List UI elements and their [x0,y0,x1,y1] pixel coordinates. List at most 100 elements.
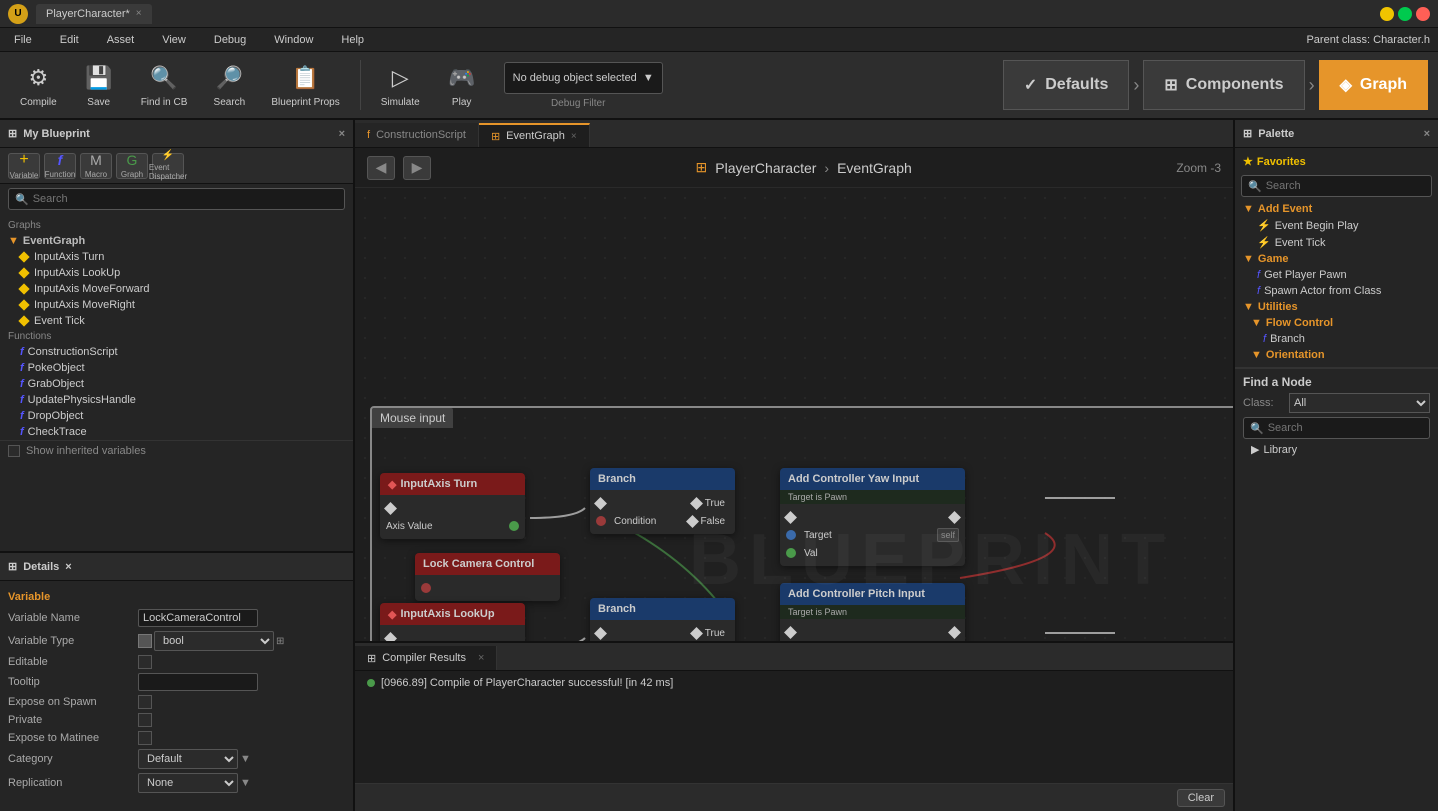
exec-out-pin[interactable] [384,502,397,515]
compile-button[interactable]: ⚙ Compile [10,56,67,114]
find-node-search-input[interactable] [1268,422,1423,434]
palette-search-input[interactable] [1266,180,1425,192]
get-player-pawn-item[interactable]: f Get Player Pawn [1235,267,1438,283]
lock1-pin[interactable] [421,583,431,593]
branch1-condition-pin[interactable] [596,516,606,526]
poke-object-item[interactable]: f PokeObject [0,360,353,376]
input-axis-moveforward-item[interactable]: InputAxis MoveForward [0,281,353,297]
game-section[interactable]: ▼ Game [1235,251,1438,267]
components-nav-button[interactable]: ⊞ Components [1143,60,1304,110]
menu-file[interactable]: File [8,32,38,48]
play-button[interactable]: 🎮 Play [436,56,488,114]
show-inherited-checkbox[interactable] [8,445,20,457]
lookup-exec-out-pin[interactable] [384,632,397,641]
show-inherited-variables[interactable]: Show inherited variables [0,440,353,461]
input-axis-turn-item[interactable]: InputAxis Turn [0,249,353,265]
pitch-exec-out[interactable] [948,626,961,639]
menu-window[interactable]: Window [268,32,319,48]
simulate-button[interactable]: ▷ Simulate [371,56,430,114]
check-trace-item[interactable]: f CheckTrace [0,424,353,440]
orientation-section[interactable]: ▼ Orientation [1235,347,1438,363]
maximize-button[interactable] [1398,7,1412,21]
blueprint-search-input[interactable] [33,193,338,205]
branch1-exec-in-pin[interactable] [594,497,607,510]
blueprint-props-button[interactable]: 📋 Blueprint Props [261,56,349,114]
class-dropdown[interactable]: All [1289,393,1430,413]
details-close[interactable]: × [65,561,71,573]
expose-to-matinee-checkbox[interactable] [138,731,152,745]
axis-value-pin[interactable] [509,521,519,531]
branch2-exec-out-pin[interactable] [690,627,703,640]
debug-filter-button[interactable]: No debug object selected ▼ [504,62,663,94]
app-tab-close[interactable]: × [136,8,142,19]
tooltip-input[interactable] [138,673,258,691]
tab-event-graph[interactable]: ⊞ EventGraph × [479,123,590,147]
grab-object-item[interactable]: f GrabObject [0,376,353,392]
event-tick-item[interactable]: ⚡ Event Tick [1235,234,1438,251]
input-axis-lookup-item[interactable]: InputAxis LookUp [0,265,353,281]
search-button[interactable]: 🔎 Search [203,56,255,114]
clear-button[interactable]: Clear [1177,789,1225,807]
compiler-results-tab[interactable]: ⊞ Compiler Results × [355,646,497,670]
minimize-button[interactable] [1380,7,1394,21]
save-button[interactable]: 💾 Save [73,56,125,114]
compiler-tabs: ⊞ Compiler Results × [355,643,1233,671]
palette-search-box[interactable]: 🔍 [1241,175,1432,197]
graph-nav-button[interactable]: ◈ Graph [1319,60,1428,110]
category-dropdown[interactable]: Default [138,749,238,769]
variable-type-dropdown[interactable]: bool [154,631,274,651]
save-label: Save [87,97,110,108]
branch1-exec-out-pin[interactable] [690,497,703,510]
expose-on-spawn-checkbox[interactable] [138,695,152,709]
node-input-axis-lookup[interactable]: ◆ InputAxis LookUp Axis Value [380,603,525,641]
menu-view[interactable]: View [156,32,192,48]
menu-help[interactable]: Help [335,32,370,48]
variable-name-input[interactable] [138,609,258,627]
node-branch-2[interactable]: Branch True Condition False [590,598,735,641]
private-checkbox[interactable] [138,713,152,727]
add-variable-button[interactable]: + Variable [8,153,40,179]
blueprint-search-box[interactable]: 🔍 [8,188,345,210]
add-function-button[interactable]: f Function [44,153,76,179]
flow-control-section[interactable]: ▼ Flow Control [1235,315,1438,331]
branch2-exec-in-pin[interactable] [594,627,607,640]
graph-back-button[interactable]: ◀ [367,156,395,180]
event-graph-label: EventGraph [23,235,85,247]
event-tick-item[interactable]: Event Tick [0,313,353,329]
spawn-actor-item[interactable]: f Spawn Actor from Class [1235,283,1438,299]
add-graph-button[interactable]: G Graph [116,153,148,179]
input-axis-moveright-item[interactable]: InputAxis MoveRight [0,297,353,313]
event-begin-play-item[interactable]: ⚡ Event Begin Play [1235,217,1438,234]
menu-debug[interactable]: Debug [208,32,252,48]
variable-type-selector[interactable]: bool ⊞ [138,631,284,651]
find-in-cb-button[interactable]: 🔍 Find in CB [131,56,198,114]
editable-checkbox[interactable] [138,655,152,669]
add-macro-button[interactable]: M Macro [80,153,112,179]
construction-script-item[interactable]: f ConstructionScript [0,344,353,360]
find-node-search-box[interactable]: 🔍 [1243,417,1430,439]
add-event-section[interactable]: ▼ Add Event [1235,201,1438,217]
graph-canvas[interactable]: Mouse input Movement input ◆ InputAxis T… [355,188,1233,641]
app-tab[interactable]: PlayerCharacter* × [36,4,152,24]
add-event-dispatcher-button[interactable]: ⚡ Event Dispatcher [152,153,184,179]
node-input-axis-turn[interactable]: ◆ InputAxis Turn Axis Value [380,473,525,539]
utilities-section[interactable]: ▼ Utilities [1235,299,1438,315]
branch-item[interactable]: f Branch [1235,331,1438,347]
tab-construction-script[interactable]: f ConstructionScript [355,123,479,147]
menu-asset[interactable]: Asset [101,32,141,48]
pitch-exec-in[interactable] [784,626,797,639]
graph-forward-button[interactable]: ▶ [403,156,431,180]
palette-close[interactable]: × [1424,128,1430,140]
menu-edit[interactable]: Edit [54,32,85,48]
defaults-nav-button[interactable]: ✓ Defaults [1003,60,1130,110]
my-blueprint-close[interactable]: × [339,128,345,140]
event-graph-group[interactable]: ▼ EventGraph [0,233,353,249]
replication-dropdown[interactable]: None [138,773,238,793]
update-physics-handle-item[interactable]: f UpdatePhysicsHandle [0,392,353,408]
event-graph-tab-close[interactable]: × [571,131,577,142]
library-section[interactable]: ▶ Library [1243,439,1430,460]
compiler-results-close[interactable]: × [478,652,484,664]
node-lock-camera-1[interactable]: Lock Camera Control [415,553,560,601]
drop-object-item[interactable]: f DropObject [0,408,353,424]
close-button[interactable] [1416,7,1430,21]
